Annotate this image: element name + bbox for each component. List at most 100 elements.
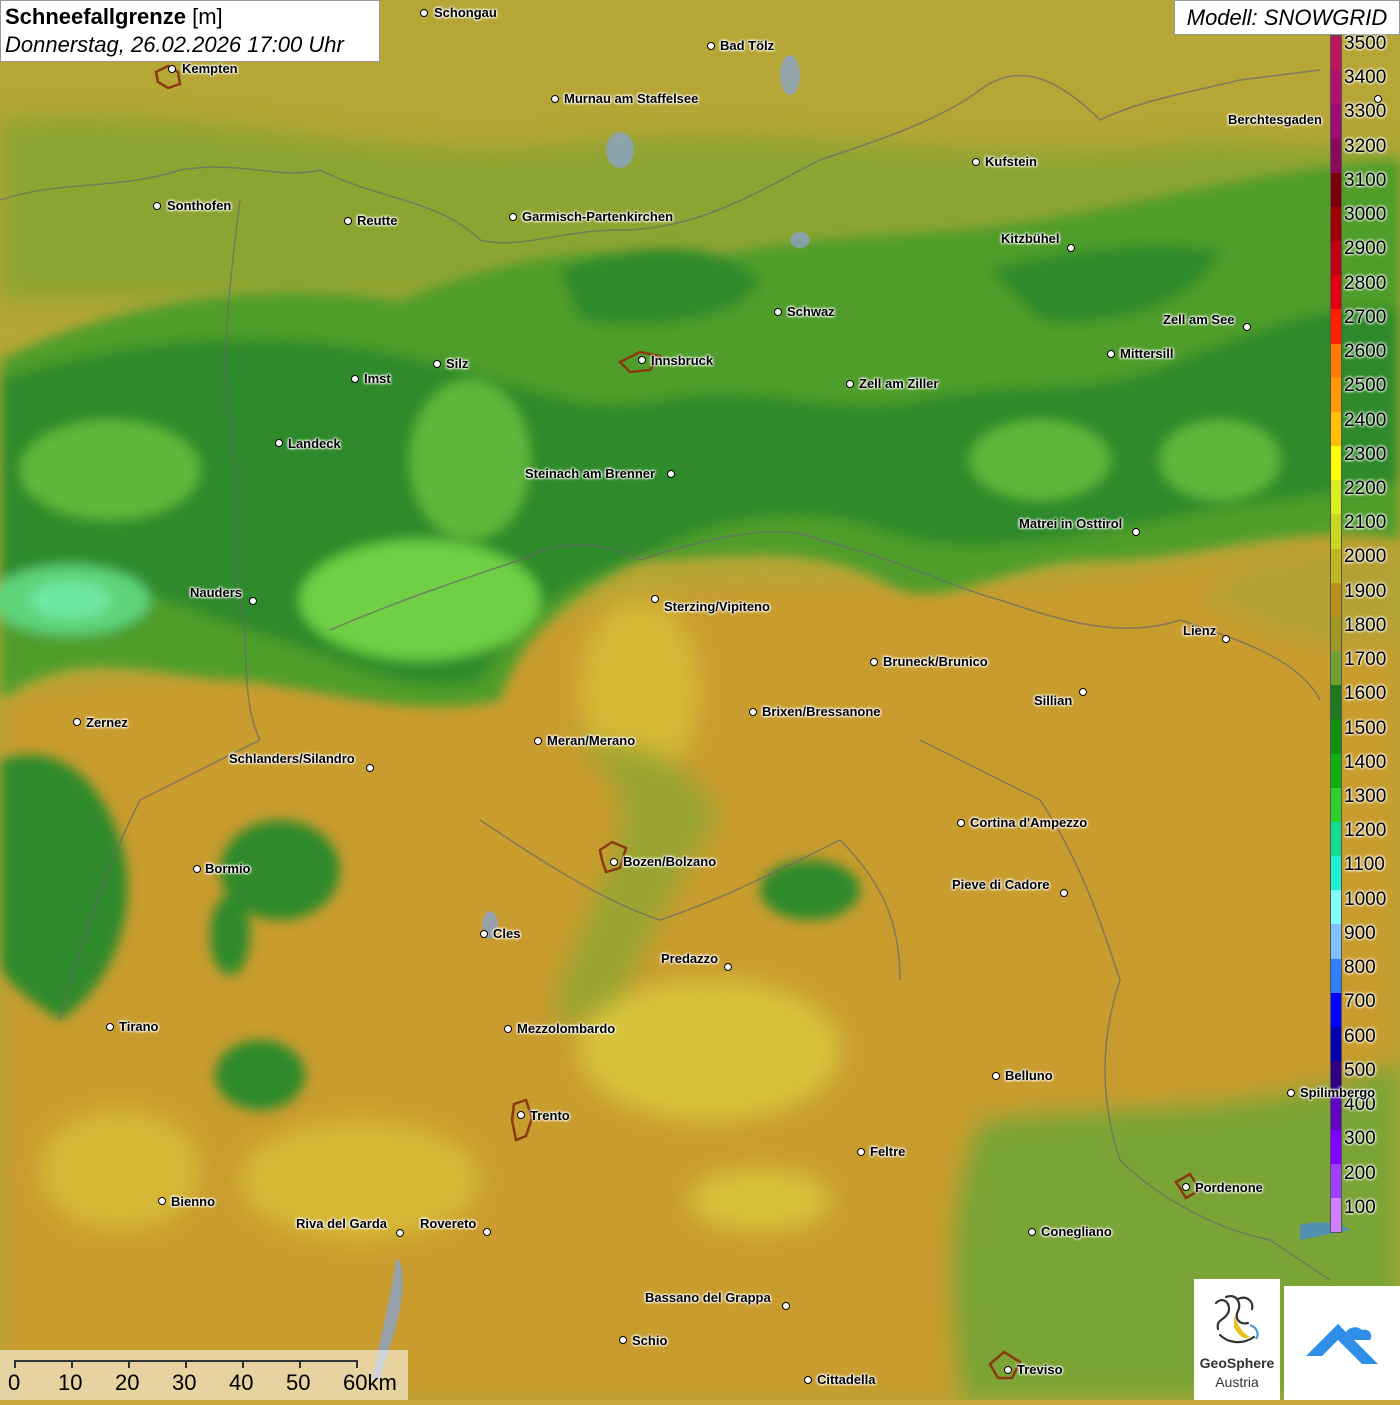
city-label[interactable]: Zernez (86, 715, 128, 730)
city-label[interactable]: Cittadella (817, 1372, 876, 1387)
city-label[interactable]: Schwaz (787, 304, 835, 319)
city-dot[interactable] (483, 1228, 491, 1236)
city-label[interactable]: Sillian (1034, 693, 1072, 708)
city-dot[interactable] (344, 217, 352, 225)
geosphere-logo[interactable]: GeoSphere Austria (1194, 1279, 1280, 1400)
city-label[interactable]: Lienz (1183, 623, 1216, 638)
city-label[interactable]: Cles (493, 926, 520, 941)
city-dot[interactable] (1374, 95, 1382, 103)
city-label[interactable]: Bad Tölz (720, 38, 774, 53)
city-label[interactable]: Pieve di Cadore (952, 877, 1050, 892)
city-label[interactable]: Trento (530, 1108, 570, 1123)
city-dot[interactable] (846, 380, 854, 388)
city-label[interactable]: Zell am Ziller (859, 376, 938, 391)
city-dot[interactable] (957, 819, 965, 827)
city-label[interactable]: Treviso (1017, 1362, 1063, 1377)
city-label[interactable]: Riva del Garda (296, 1216, 387, 1231)
city-dot[interactable] (517, 1111, 525, 1119)
city-label[interactable]: Kitzbühel (1001, 231, 1060, 246)
city-dot[interactable] (1243, 323, 1251, 331)
city-dot[interactable] (724, 963, 732, 971)
city-dot[interactable] (1067, 244, 1075, 252)
city-dot[interactable] (707, 42, 715, 50)
city-label[interactable]: Bormio (205, 861, 251, 876)
city-dot[interactable] (551, 95, 559, 103)
city-label[interactable]: Imst (364, 371, 391, 386)
city-label[interactable]: Brixen/Bressanone (762, 704, 881, 719)
city-dot[interactable] (1028, 1228, 1036, 1236)
city-dot[interactable] (366, 764, 374, 772)
city-dot[interactable] (638, 356, 646, 364)
city-label[interactable]: Predazzo (661, 951, 718, 966)
city-label[interactable]: Silz (446, 356, 468, 371)
city-label[interactable]: Schio (632, 1333, 667, 1348)
app-logo[interactable] (1284, 1286, 1400, 1400)
city-dot[interactable] (972, 158, 980, 166)
city-label[interactable]: Tirano (119, 1019, 159, 1034)
city-dot[interactable] (619, 1336, 627, 1344)
city-dot[interactable] (106, 1023, 114, 1031)
city-label[interactable]: Garmisch-Partenkirchen (522, 209, 673, 224)
city-dot[interactable] (1222, 635, 1230, 643)
city-label[interactable]: Nauders (190, 585, 242, 600)
city-dot[interactable] (1107, 350, 1115, 358)
city-dot[interactable] (667, 470, 675, 478)
city-label[interactable]: Berchtesgaden (1228, 112, 1322, 127)
city-dot[interactable] (480, 930, 488, 938)
city-label[interactable]: Zell am See (1163, 312, 1235, 327)
city-dot[interactable] (1079, 688, 1087, 696)
city-label[interactable]: Feltre (870, 1144, 905, 1159)
city-label[interactable]: Sterzing/Vipiteno (664, 599, 770, 614)
city-label[interactable]: Rovereto (420, 1216, 476, 1231)
city-label[interactable]: Landeck (288, 436, 341, 451)
city-dot[interactable] (804, 1376, 812, 1384)
city-label[interactable]: Innsbruck (651, 353, 713, 368)
city-dot[interactable] (1132, 528, 1140, 536)
city-label[interactable]: Schlanders/Silandro (229, 751, 355, 766)
city-dot[interactable] (1060, 889, 1068, 897)
city-dot[interactable] (433, 360, 441, 368)
city-dot[interactable] (153, 202, 161, 210)
city-dot[interactable] (857, 1148, 865, 1156)
city-dot[interactable] (1182, 1183, 1190, 1191)
city-label[interactable]: Bozen/Bolzano (623, 854, 716, 869)
city-dot[interactable] (275, 439, 283, 447)
city-dot[interactable] (509, 213, 517, 221)
city-label[interactable]: Meran/Merano (547, 733, 635, 748)
city-dot[interactable] (870, 658, 878, 666)
city-label[interactable]: Sonthofen (167, 198, 231, 213)
city-dot[interactable] (749, 708, 757, 716)
city-label[interactable]: Matrei in Osttirol (1019, 516, 1122, 531)
city-label[interactable]: Steinach am Brenner (525, 466, 655, 481)
city-dot[interactable] (782, 1302, 790, 1310)
city-label[interactable]: Mittersill (1120, 346, 1173, 361)
city-dot[interactable] (396, 1229, 404, 1237)
city-dot[interactable] (249, 597, 257, 605)
city-dot[interactable] (651, 595, 659, 603)
city-label[interactable]: Kufstein (985, 154, 1037, 169)
city-dot[interactable] (193, 865, 201, 873)
city-label[interactable]: Bruneck/Brunico (883, 654, 988, 669)
city-label[interactable]: Murnau am Staffelsee (564, 91, 698, 106)
city-dot[interactable] (774, 308, 782, 316)
city-dot[interactable] (1004, 1366, 1012, 1374)
city-label[interactable]: Reutte (357, 213, 397, 228)
city-label[interactable]: Belluno (1005, 1068, 1053, 1083)
city-label[interactable]: Bassano del Grappa (645, 1290, 771, 1305)
city-dot[interactable] (158, 1197, 166, 1205)
city-label[interactable]: Bienno (171, 1194, 215, 1209)
city-label[interactable]: Spilimbergo (1300, 1085, 1375, 1100)
city-dot[interactable] (168, 65, 176, 73)
city-label[interactable]: Pordenone (1195, 1180, 1263, 1195)
city-dot[interactable] (420, 9, 428, 17)
city-label[interactable]: Kempten (182, 61, 238, 76)
city-dot[interactable] (504, 1025, 512, 1033)
city-dot[interactable] (534, 737, 542, 745)
city-label[interactable]: Mezzolombardo (517, 1021, 615, 1036)
city-label[interactable]: Conegliano (1041, 1224, 1112, 1239)
city-dot[interactable] (351, 375, 359, 383)
city-dot[interactable] (1287, 1089, 1295, 1097)
city-dot[interactable] (992, 1072, 1000, 1080)
city-dot[interactable] (610, 858, 618, 866)
city-label[interactable]: Schongau (434, 5, 497, 20)
